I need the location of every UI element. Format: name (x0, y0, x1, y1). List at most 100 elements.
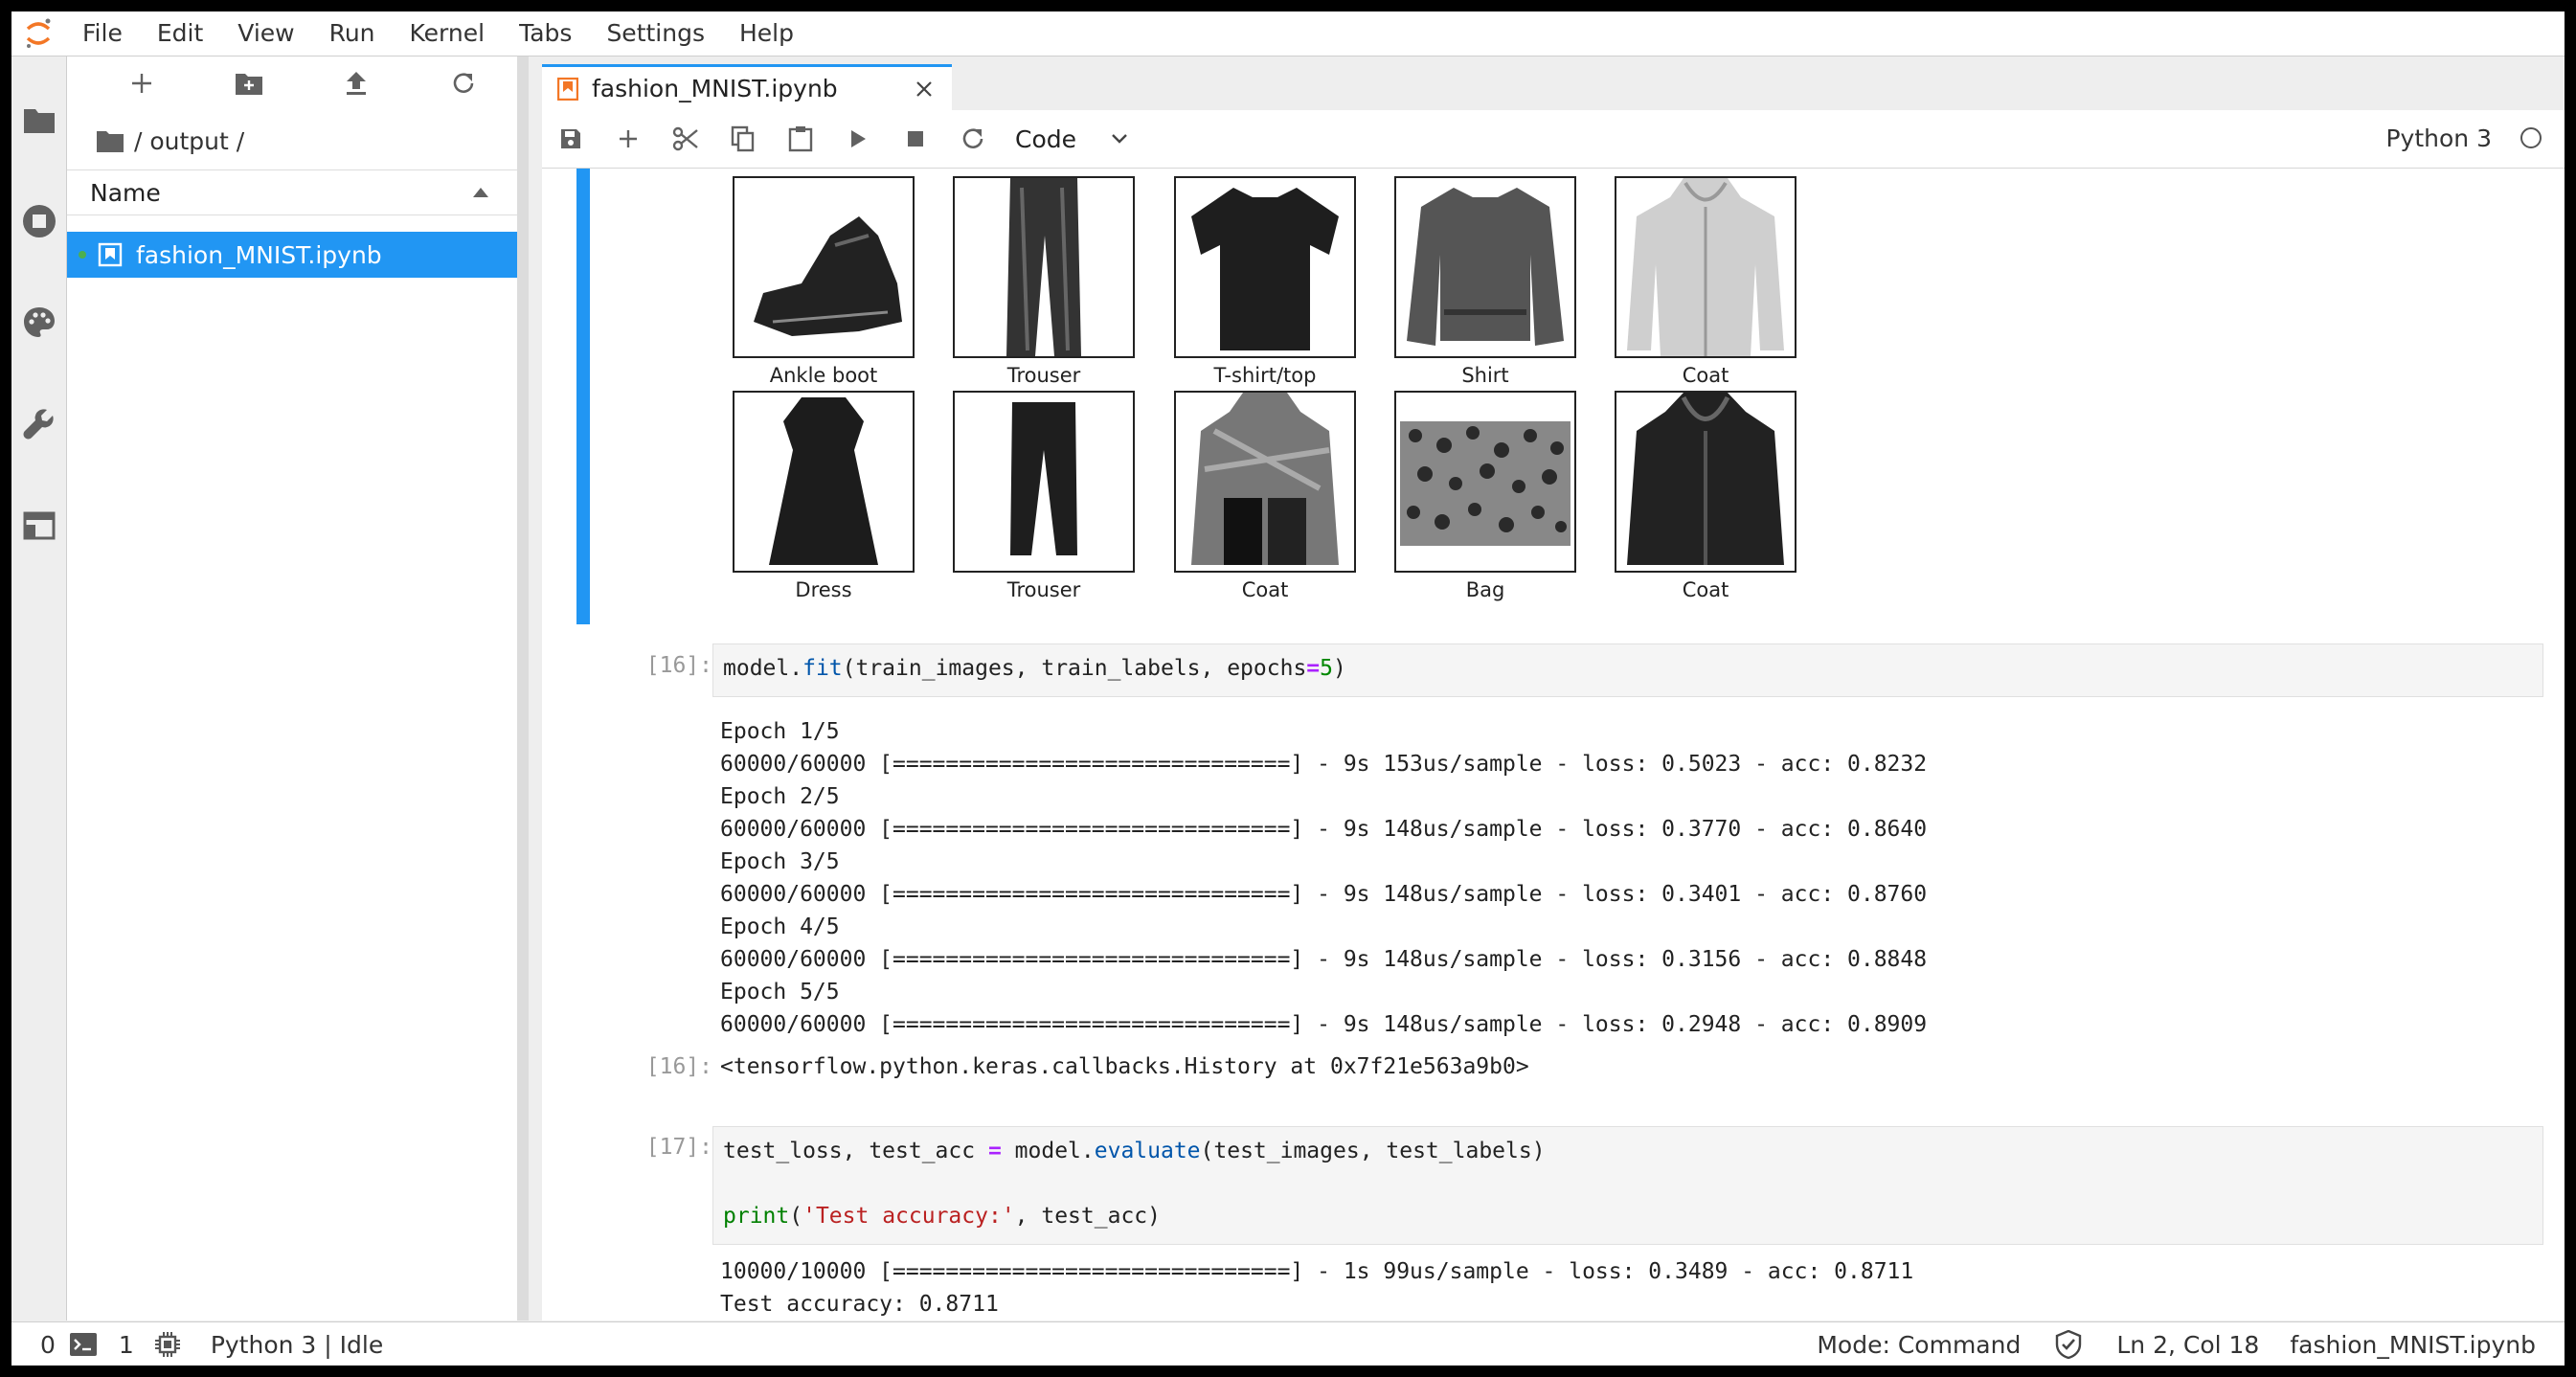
code-line: test_loss, test_acc = model.evaluate(tes… (723, 1139, 1546, 1163)
output-line: Epoch 1/5 (720, 719, 840, 744)
copy-icon[interactable] (714, 110, 772, 168)
notebook-toolbar: Code Python 3 (542, 110, 2565, 169)
kernel-status-text[interactable]: Python 3 | Idle (211, 1331, 383, 1359)
chevron-down-icon (1111, 133, 1128, 145)
image-thumbnail (1615, 391, 1796, 573)
image-label: Trouser (1006, 364, 1081, 387)
cpu-icon[interactable] (153, 1330, 182, 1359)
insert-cell-icon[interactable] (599, 110, 657, 168)
image-label: Dress (795, 578, 852, 601)
image-label: Shirt (1461, 364, 1509, 387)
output-line: 60000/60000 [===========================… (720, 882, 1928, 907)
image-label: Bag (1465, 578, 1505, 601)
image-thumbnail (1174, 391, 1356, 573)
tab-fashion-mnist[interactable]: fashion_MNIST.ipynb (542, 64, 952, 110)
name-column-header[interactable]: Name (67, 179, 473, 207)
image-thumbnail (1615, 176, 1796, 358)
image-label: Coat (1682, 364, 1729, 387)
file-list-header: Name (67, 169, 517, 215)
menu-view[interactable]: View (220, 11, 311, 56)
cell-17-code-editor[interactable]: test_loss, test_acc = model.evaluate(tes… (712, 1126, 2543, 1245)
image-thumbnail (1394, 176, 1576, 358)
file-list-item[interactable]: fashion_MNIST.ipynb (67, 232, 517, 278)
notebook-panel: Ankle boot Trouser T-shirt/top Shirt Coa… (542, 169, 2565, 1321)
image-label: Trouser (1006, 578, 1081, 601)
image-label: Ankle boot (769, 364, 878, 387)
image-label: Coat (1241, 578, 1289, 601)
close-icon[interactable] (915, 80, 933, 98)
image-label: T-shirt/top (1213, 364, 1317, 387)
mode-indicator[interactable]: Mode: Command (1817, 1331, 2021, 1359)
tabs-icon[interactable] (11, 497, 66, 554)
menu-run[interactable]: Run (312, 11, 393, 56)
run-icon[interactable] (829, 110, 887, 168)
status-file-name: fashion_MNIST.ipynb (2290, 1330, 2536, 1359)
menu-kernel[interactable]: Kernel (393, 11, 503, 56)
cell-16-result: <tensorflow.python.keras.callbacks.Histo… (720, 1054, 1529, 1079)
paste-icon[interactable] (772, 110, 829, 168)
restart-icon[interactable] (944, 110, 1002, 168)
cell-type-value: Code (1015, 124, 1077, 153)
refresh-icon[interactable] (435, 62, 492, 104)
output-line: 60000/60000 [===========================… (720, 817, 1928, 842)
cursor-position[interactable]: Ln 2, Col 18 (2116, 1331, 2259, 1359)
file-browser-toolbar (67, 56, 517, 110)
save-icon[interactable] (542, 110, 599, 168)
menu-bar: File Edit View Run Kernel Tabs Settings … (11, 11, 2565, 56)
stop-icon[interactable] (887, 110, 944, 168)
breadcrumb: / output / (96, 124, 244, 158)
menu-tabs[interactable]: Tabs (502, 11, 589, 56)
output-line: Epoch 3/5 (720, 849, 840, 874)
trusted-shield-icon[interactable] (2055, 1330, 2082, 1359)
cell-type-dropdown[interactable]: Code (1002, 125, 1178, 153)
breadcrumb-path[interactable]: / output / (134, 127, 244, 155)
cell-16-code-editor[interactable]: model.fit(train_images, train_labels, ep… (712, 643, 2543, 697)
image-thumbnail (1394, 391, 1576, 573)
status-bar: 0 1 Python 3 | Idle Mode: Command Ln 2, … (11, 1321, 2565, 1366)
menu-settings[interactable]: Settings (589, 11, 722, 56)
home-folder-icon[interactable] (96, 128, 124, 153)
output-line: 60000/60000 [===========================… (720, 1012, 1928, 1037)
terminal-icon[interactable] (69, 1332, 98, 1357)
output-line: Epoch 5/5 (720, 980, 840, 1005)
kernel-count[interactable]: 1 (119, 1331, 134, 1359)
cut-icon[interactable] (657, 110, 714, 168)
document-tab-bar: fashion_MNIST.ipynb (529, 56, 2565, 110)
output-line: 60000/60000 [===========================… (720, 752, 1928, 777)
panel-splitter[interactable] (517, 56, 529, 1321)
output-line: 60000/60000 [===========================… (720, 947, 1928, 972)
image-label: Coat (1682, 578, 1729, 601)
running-icon[interactable] (11, 192, 66, 250)
image-thumbnail (733, 176, 915, 358)
kernel-status-icon (2520, 127, 2542, 148)
cell-17-output-line: Test accuracy: 0.8711 (720, 1292, 999, 1317)
code-line: model.fit(train_images, train_labels, ep… (723, 656, 1346, 681)
menu-help[interactable]: Help (722, 11, 811, 56)
new-folder-icon[interactable] (220, 62, 278, 104)
main-dock-area: fashion_MNIST.ipynb Code Python 3 Ankle … (529, 56, 2565, 1321)
tab-label: fashion_MNIST.ipynb (592, 75, 838, 102)
new-launcher-icon[interactable] (113, 62, 170, 104)
upload-icon[interactable] (328, 62, 385, 104)
output-line: Epoch 4/5 (720, 914, 840, 939)
image-thumbnail (953, 176, 1135, 358)
sort-caret-icon[interactable] (473, 188, 488, 197)
notebook-tab-icon (557, 77, 578, 101)
output-line: Epoch 2/5 (720, 784, 840, 809)
menu-file[interactable]: File (65, 11, 140, 56)
jupyter-logo-icon (11, 11, 65, 56)
wrench-icon[interactable] (11, 395, 66, 453)
file-browser-panel: / output / Name fashion_MNIST.ipynb (67, 56, 518, 1321)
cell-16-output-prompt: [16]: (645, 1054, 712, 1079)
file-name: fashion_MNIST.ipynb (136, 240, 382, 269)
terminal-count[interactable]: 0 (40, 1331, 56, 1359)
palette-icon[interactable] (11, 294, 66, 351)
notebook-file-icon (98, 242, 123, 267)
running-indicator-icon (79, 251, 86, 259)
cell-17-output-line: 10000/10000 [===========================… (720, 1259, 1914, 1284)
image-thumbnail (1174, 176, 1356, 358)
kernel-name[interactable]: Python 3 (2385, 110, 2492, 168)
image-thumbnail (733, 391, 915, 573)
menu-edit[interactable]: Edit (140, 11, 220, 56)
folder-icon[interactable] (11, 91, 66, 148)
